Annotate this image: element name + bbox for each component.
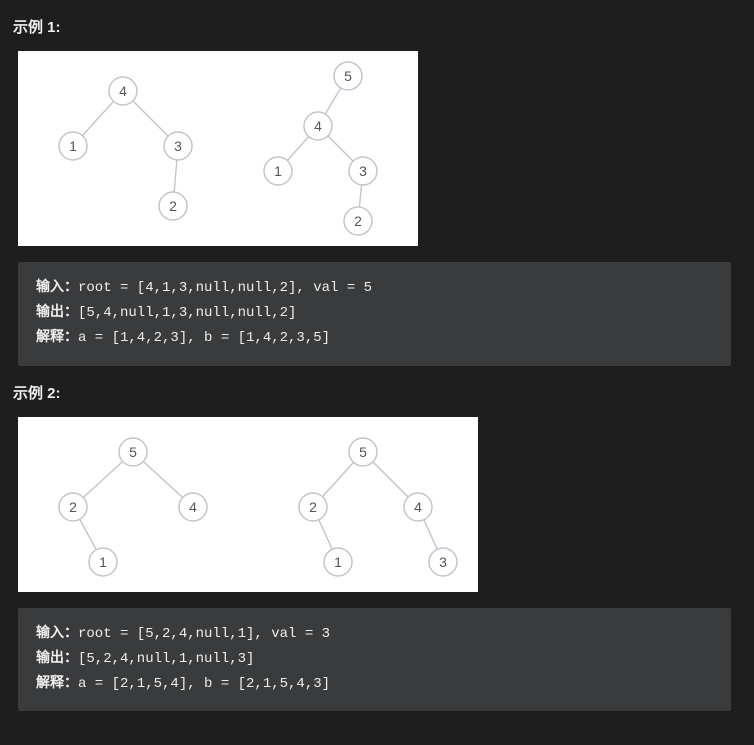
explain-label: 解释：: [36, 330, 78, 346]
svg-text:4: 4: [314, 118, 322, 134]
svg-text:3: 3: [439, 554, 447, 570]
example-2-diagram: 5 2 4 1 5 2 4 1 3: [18, 417, 478, 592]
example-1-diagram: 4 1 3 2 5 4 1 3 2: [18, 51, 418, 246]
svg-text:2: 2: [354, 213, 362, 229]
svg-text:1: 1: [69, 138, 77, 154]
explain-value: a = [1,4,2,3], b = [1,4,2,3,5]: [78, 330, 330, 346]
svg-text:4: 4: [189, 499, 197, 515]
svg-text:3: 3: [174, 138, 182, 154]
svg-text:1: 1: [334, 554, 342, 570]
svg-text:1: 1: [274, 163, 282, 179]
svg-text:2: 2: [169, 198, 177, 214]
svg-text:2: 2: [309, 499, 317, 515]
explain-label: 解释：: [36, 676, 78, 692]
example-2-title: 示例 2:: [13, 382, 736, 403]
svg-text:3: 3: [359, 163, 367, 179]
example-2-code: 输入：root = [5,2,4,null,1], val = 3 输出：[5,…: [18, 608, 731, 712]
output-label: 输出：: [36, 651, 78, 667]
example-1-title: 示例 1:: [13, 16, 736, 37]
output-value: [5,4,null,1,3,null,null,2]: [78, 305, 296, 321]
svg-text:4: 4: [119, 83, 127, 99]
explain-value: a = [2,1,5,4], b = [2,1,5,4,3]: [78, 676, 330, 692]
input-label: 输入：: [36, 280, 78, 296]
svg-text:2: 2: [69, 499, 77, 515]
input-value: root = [4,1,3,null,null,2], val = 5: [78, 280, 372, 296]
input-value: root = [5,2,4,null,1], val = 3: [78, 626, 330, 642]
svg-text:1: 1: [99, 554, 107, 570]
svg-text:5: 5: [344, 68, 352, 84]
svg-text:5: 5: [359, 444, 367, 460]
svg-text:5: 5: [129, 444, 137, 460]
tree-diagram-2: 5 2 4 1 5 2 4 1 3: [18, 417, 478, 592]
tree-diagram-1: 4 1 3 2 5 4 1 3 2: [18, 51, 418, 246]
output-value: [5,2,4,null,1,null,3]: [78, 651, 254, 667]
output-label: 输出：: [36, 305, 78, 321]
svg-text:4: 4: [414, 499, 422, 515]
example-1-code: 输入：root = [4,1,3,null,null,2], val = 5 输…: [18, 262, 731, 366]
input-label: 输入：: [36, 626, 78, 642]
